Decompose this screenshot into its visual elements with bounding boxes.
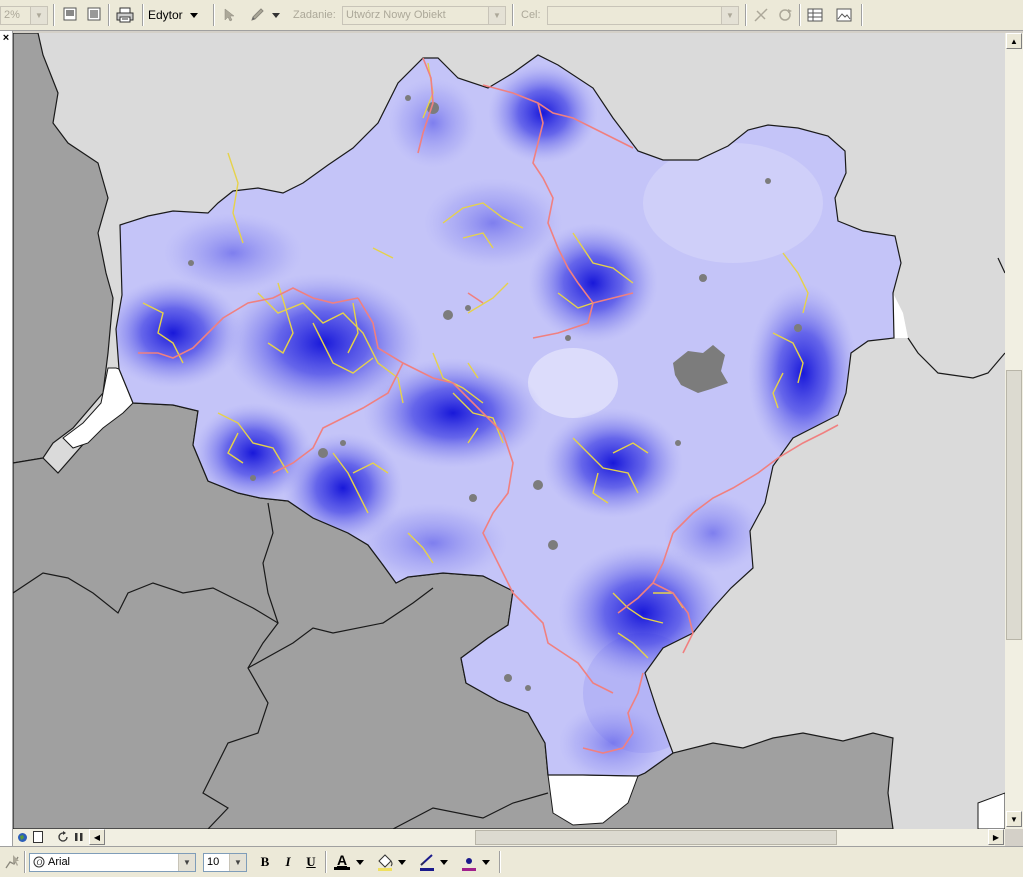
task-label: Zadanie: (293, 9, 336, 21)
close-icon[interactable]: × (0, 32, 12, 44)
top-toolbar: 2% ▼ Edytor Zadanie: Utwórz Nowy Obiekt … (0, 0, 1023, 31)
marker-color-button[interactable] (458, 852, 480, 872)
pause-drawing-button[interactable] (72, 830, 86, 844)
horizontal-scroll-thumb[interactable] (475, 830, 837, 845)
svg-text:O: O (37, 858, 43, 867)
toolbar-separator (24, 851, 26, 873)
task-value: Utwórz Nowy Obiekt (346, 9, 446, 21)
full-extent-button[interactable] (60, 4, 80, 24)
zoom-value: 2% (4, 9, 20, 21)
draw-toolbar: O Arial ▼ 10 ▼ B I U A (0, 846, 1023, 877)
font-color-dropdown[interactable] (354, 852, 366, 872)
toolbar-separator (53, 4, 55, 26)
task-combo[interactable]: Utwórz Nowy Obiekt ▼ (342, 6, 506, 25)
font-size-combo[interactable]: 10 ▼ (203, 853, 247, 872)
marker-color-dropdown[interactable] (480, 852, 492, 872)
scroll-left-button[interactable]: ◀ (89, 829, 105, 845)
target-combo[interactable]: ▼ (547, 6, 739, 25)
page-icon (63, 7, 77, 21)
bold-button[interactable]: B (256, 853, 274, 871)
view-scroll-row: ◀ ▶ (13, 829, 1005, 846)
map-canvas[interactable] (13, 33, 1005, 829)
chevron-down-icon (398, 860, 406, 865)
page-icon (33, 831, 43, 843)
line-color-dropdown[interactable] (438, 852, 450, 872)
fill-color-dropdown[interactable] (396, 852, 408, 872)
toolbar-separator (745, 4, 747, 26)
vertical-scroll-thumb[interactable] (1006, 370, 1022, 640)
select-elements-icon (5, 855, 19, 869)
pencil-icon (251, 8, 264, 21)
toolbar-separator (499, 851, 501, 873)
font-color-swatch (334, 867, 350, 870)
line-color-button[interactable] (416, 852, 438, 872)
globe-icon (17, 832, 27, 842)
select-elements-button[interactable] (2, 852, 22, 872)
scroll-down-button[interactable]: ▼ (1006, 811, 1022, 827)
image-icon (836, 8, 852, 22)
table-icon (807, 8, 823, 22)
map-display[interactable] (13, 33, 1005, 829)
scroll-up-button[interactable]: ▲ (1006, 33, 1022, 49)
arrow-cursor-icon (224, 8, 235, 22)
line-color-icon (420, 854, 434, 871)
rotate-tool-button[interactable] (775, 5, 795, 25)
toc-collapsed-strip: × (0, 31, 13, 846)
chevron-down-icon (440, 860, 448, 865)
marker-color-icon (462, 858, 476, 871)
target-label: Cel: (521, 9, 541, 21)
data-view-button[interactable] (15, 830, 29, 844)
refresh-button[interactable] (56, 830, 70, 844)
vertical-scrollbar[interactable]: ▲ ▼ (1005, 33, 1023, 829)
edit-tool-button[interactable] (219, 5, 239, 25)
layout-icon (87, 7, 101, 21)
toolbar-separator (799, 4, 801, 26)
zoom-combo[interactable]: 2% ▼ (0, 6, 48, 25)
chevron-down-icon (189, 13, 198, 18)
toolbar-separator (512, 4, 514, 26)
italic-button[interactable]: I (279, 853, 297, 871)
pause-icon (75, 833, 83, 841)
fill-color-button[interactable] (374, 852, 396, 872)
sketch-properties-button[interactable] (832, 5, 856, 25)
layout-view-button[interactable] (84, 4, 104, 24)
font-color-button[interactable]: A (331, 852, 353, 872)
split-icon (754, 8, 768, 22)
font-type-icon: O (33, 856, 45, 868)
toolbar-separator (861, 4, 863, 26)
font-combo[interactable]: O Arial ▼ (29, 853, 196, 872)
sketch-tool-dropdown[interactable] (270, 5, 282, 25)
layout-view-button[interactable] (31, 830, 45, 844)
chevron-down-icon[interactable]: ▼ (488, 7, 505, 24)
editor-menu-button[interactable]: Edytor (148, 5, 208, 25)
underline-button[interactable]: U (302, 853, 320, 871)
chevron-down-icon[interactable]: ▼ (178, 854, 195, 871)
toolbar-separator (213, 4, 215, 26)
print-button[interactable] (114, 4, 136, 26)
font-size-value: 10 (207, 856, 220, 868)
paint-bucket-icon (378, 854, 393, 871)
chevron-down-icon[interactable]: ▼ (229, 854, 246, 871)
editor-label: Edytor (148, 8, 183, 22)
chevron-down-icon (482, 860, 490, 865)
refresh-icon (58, 831, 68, 842)
scroll-right-button[interactable]: ▶ (988, 829, 1004, 845)
chevron-down-icon (272, 13, 280, 18)
toolbar-separator (325, 851, 327, 873)
attributes-button[interactable] (805, 5, 825, 25)
chevron-down-icon[interactable]: ▼ (30, 7, 47, 24)
toolbar-separator (142, 4, 144, 26)
sketch-tool-button[interactable] (246, 5, 268, 25)
toolbar-separator (108, 4, 110, 26)
font-value: Arial (48, 856, 71, 868)
chevron-down-icon (356, 860, 364, 865)
font-color-icon: A (336, 852, 348, 868)
printer-icon (116, 7, 134, 23)
chevron-down-icon[interactable]: ▼ (721, 7, 738, 24)
rotate-icon (779, 9, 792, 21)
split-tool-button[interactable] (751, 5, 771, 25)
